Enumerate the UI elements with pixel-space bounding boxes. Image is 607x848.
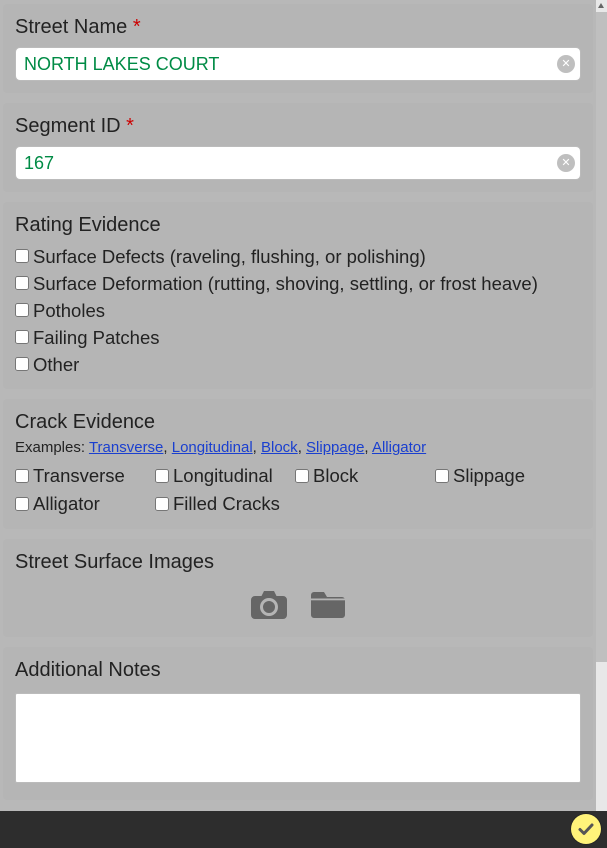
crack-checkbox[interactable] — [295, 469, 309, 483]
rating-option-label: Other — [33, 352, 79, 378]
crack-option[interactable]: Alligator — [15, 491, 155, 517]
crack-option-label: Alligator — [33, 491, 100, 517]
rating-evidence-title: Rating Evidence — [15, 214, 581, 237]
street-name-label: Street Name — [15, 16, 127, 38]
rating-option[interactable]: Potholes — [15, 298, 581, 324]
crack-option-label: Transverse — [33, 463, 125, 489]
rating-option-label: Failing Patches — [33, 325, 159, 351]
crack-option[interactable]: Longitudinal — [155, 463, 295, 489]
rating-option[interactable]: Other — [15, 352, 581, 378]
section-crack-evidence: Crack Evidence Examples: Transverse, Lon… — [3, 399, 593, 529]
crack-option[interactable]: Slippage — [435, 463, 581, 489]
notes-title: Additional Notes — [15, 659, 581, 682]
rating-option-label: Surface Deformation (rutting, shoving, s… — [33, 271, 538, 297]
footer-bar — [0, 811, 607, 848]
crack-checkbox[interactable] — [15, 497, 29, 511]
section-segment-id: Segment ID * — [3, 103, 593, 192]
rating-option[interactable]: Failing Patches — [15, 325, 581, 351]
crack-example-link[interactable]: Longitudinal — [172, 439, 253, 456]
rating-checkbox[interactable] — [15, 357, 29, 371]
crack-example-link[interactable]: Transverse — [89, 439, 163, 456]
crack-checkbox[interactable] — [155, 497, 169, 511]
notes-textarea[interactable] — [15, 693, 581, 783]
rating-checkbox[interactable] — [15, 330, 29, 344]
section-rating-evidence: Rating Evidence Surface Defects (ravelin… — [3, 202, 593, 389]
street-name-input[interactable] — [15, 47, 581, 81]
examples-prefix: Examples: — [15, 439, 89, 456]
rating-checkbox[interactable] — [15, 276, 29, 290]
crack-example-link[interactable]: Slippage — [306, 439, 364, 456]
clear-segment-id-icon[interactable] — [557, 154, 575, 172]
crack-example-link[interactable]: Alligator — [372, 439, 426, 456]
street-images-title: Street Surface Images — [15, 551, 581, 574]
crack-option[interactable]: Filled Cracks — [155, 491, 295, 517]
crack-option-label: Slippage — [453, 463, 525, 489]
rating-option-label: Surface Defects (raveling, flushing, or … — [33, 244, 426, 270]
rating-option[interactable]: Surface Defects (raveling, flushing, or … — [15, 244, 581, 270]
crack-examples-line: Examples: Transverse, Longitudinal, Bloc… — [15, 439, 581, 456]
section-notes: Additional Notes — [3, 647, 593, 800]
required-marker: * — [133, 16, 141, 38]
vertical-scrollbar[interactable] — [596, 0, 607, 848]
rating-option-label: Potholes — [33, 298, 105, 324]
scroll-up-icon[interactable] — [598, 3, 604, 8]
crack-checkbox[interactable] — [15, 469, 29, 483]
crack-option-label: Filled Cracks — [173, 491, 280, 517]
crack-example-link[interactable]: Block — [261, 439, 298, 456]
section-street-images: Street Surface Images — [3, 539, 593, 637]
rating-checkbox[interactable] — [15, 303, 29, 317]
crack-option[interactable]: Transverse — [15, 463, 155, 489]
folder-icon[interactable] — [311, 592, 345, 618]
camera-icon[interactable] — [251, 591, 287, 619]
crack-option-label: Block — [313, 463, 358, 489]
crack-checkbox[interactable] — [435, 469, 449, 483]
clear-street-name-icon[interactable] — [557, 55, 575, 73]
segment-id-input[interactable] — [15, 146, 581, 180]
confirm-button[interactable] — [571, 814, 601, 844]
required-marker: * — [126, 115, 134, 137]
crack-checkbox[interactable] — [155, 469, 169, 483]
crack-option[interactable]: Block — [295, 463, 435, 489]
crack-evidence-title: Crack Evidence — [15, 411, 581, 434]
section-street-name: Street Name * — [3, 4, 593, 93]
scroll-thumb[interactable] — [596, 12, 607, 662]
rating-option[interactable]: Surface Deformation (rutting, shoving, s… — [15, 271, 581, 297]
rating-checkbox[interactable] — [15, 249, 29, 263]
crack-option-label: Longitudinal — [173, 463, 273, 489]
segment-id-label: Segment ID — [15, 115, 121, 137]
